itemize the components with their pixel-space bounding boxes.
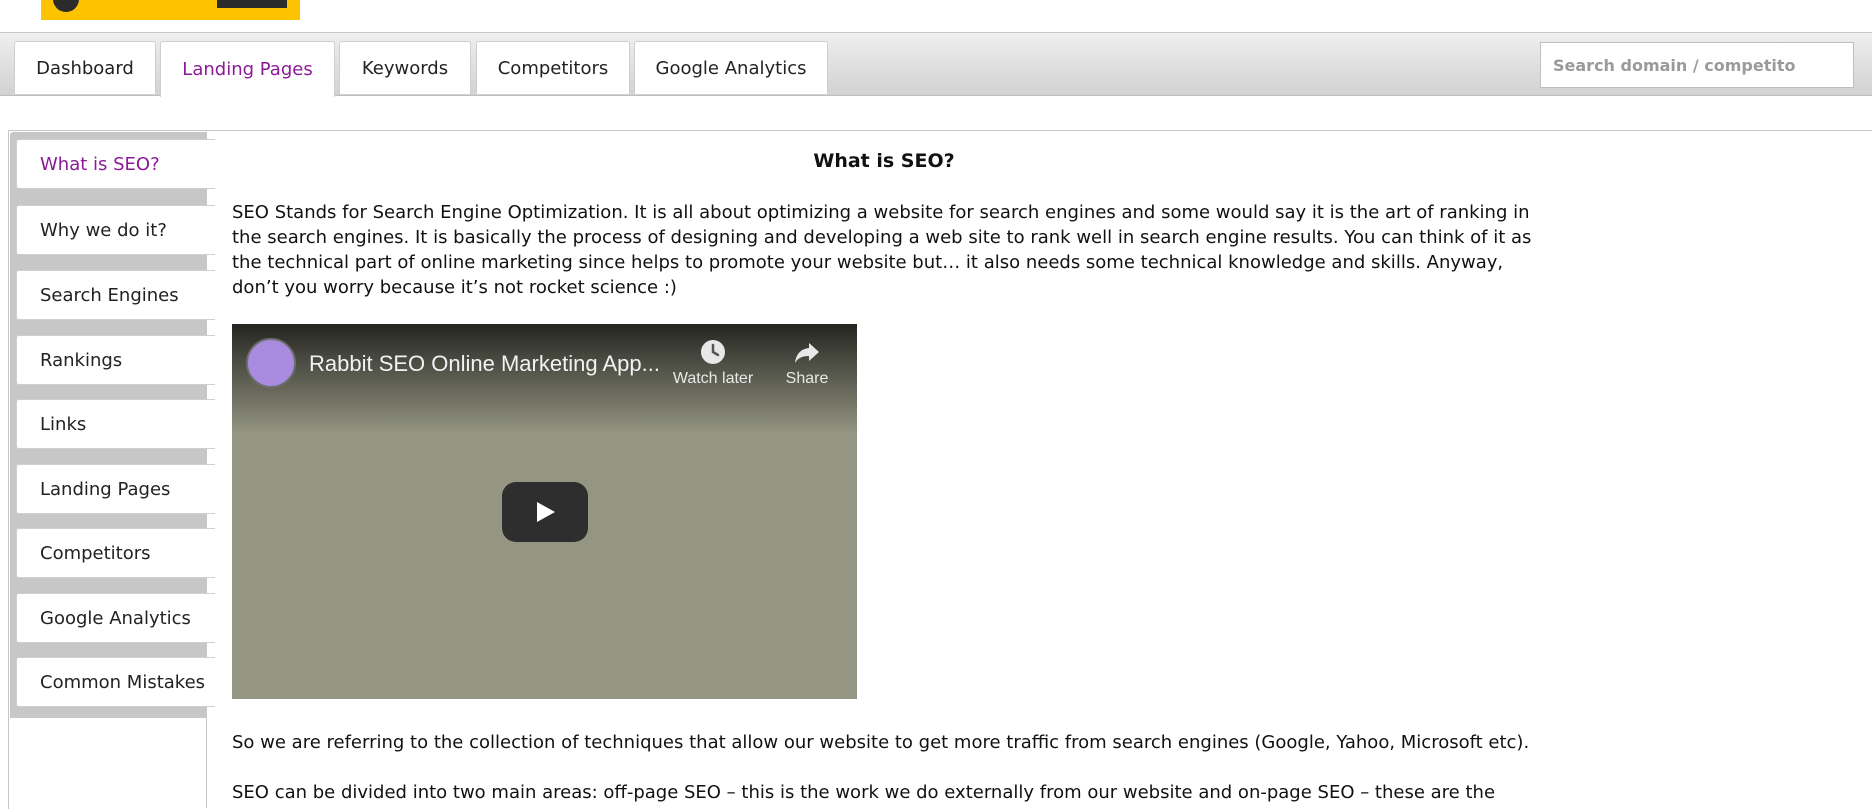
tab-label: Competitors (497, 57, 609, 79)
rabbit-logo-icon (53, 0, 79, 12)
logo-tag-shape (217, 0, 287, 8)
tab-label: Google Analytics (655, 57, 807, 79)
channel-avatar[interactable] (246, 338, 296, 388)
paragraph-traffic: So we are referring to the collection of… (232, 732, 1530, 753)
play-button[interactable] (502, 482, 588, 542)
tab-label: Keywords (361, 57, 449, 79)
sidebar-item-label: Competitors (40, 542, 151, 564)
sidebar-item-what-is-seo[interactable]: What is SEO? (16, 139, 215, 189)
sidebar-item-search-engines[interactable]: Search Engines (16, 270, 215, 320)
tab-keywords[interactable]: Keywords (339, 41, 471, 94)
sidebar-item-label: What is SEO? (40, 153, 160, 175)
tab-landing-pages[interactable]: Landing Pages (160, 41, 335, 97)
sidebar-item-google-analytics[interactable]: Google Analytics (16, 593, 215, 643)
sidebar-item-label: Search Engines (40, 284, 179, 306)
sidebar-item-links[interactable]: Links (16, 399, 215, 449)
share-icon (795, 343, 819, 363)
sidebar-item-label: Why we do it? (40, 219, 167, 241)
tab-label: Dashboard (36, 57, 134, 79)
sidebar-item-label: Common Mistakes (40, 671, 206, 693)
sidebar-item-rankings[interactable]: Rankings (16, 335, 215, 385)
share-button[interactable]: Share (762, 338, 852, 388)
tab-google-analytics[interactable]: Google Analytics (634, 41, 828, 94)
play-icon (537, 502, 555, 522)
tab-label: Landing Pages (182, 59, 313, 80)
site-logo[interactable] (41, 0, 300, 20)
paragraph-seo-areas: SEO can be divided into two main areas: … (232, 782, 1496, 803)
tab-competitors[interactable]: Competitors (476, 41, 630, 94)
clock-icon (701, 340, 725, 364)
sidebar-item-label: Rankings (40, 349, 123, 371)
top-navigation: Dashboard Landing Pages Keywords Competi… (0, 32, 1872, 97)
watch-later-button[interactable]: Watch later (668, 338, 758, 388)
intro-paragraph: SEO Stands for Search Engine Optimizatio… (232, 202, 1532, 298)
page-title: What is SEO? (813, 150, 955, 172)
sidebar-item-competitors[interactable]: Competitors (16, 528, 215, 578)
sidebar-item-label: Landing Pages (40, 478, 171, 500)
sidebar-item-landing-pages[interactable]: Landing Pages (16, 464, 215, 514)
search-input[interactable] (1540, 42, 1854, 88)
sidebar-item-label: Google Analytics (40, 607, 191, 629)
video-title[interactable]: Rabbit SEO Online Marketing App... (309, 351, 660, 377)
sidebar-item-common-mistakes[interactable]: Common Mistakes (16, 657, 215, 707)
sidebar-item-why-we-do-it[interactable]: Why we do it? (16, 205, 215, 255)
video-player[interactable]: Rabbit SEO Online Marketing App... Watch… (232, 324, 857, 699)
watch-later-label: Watch later (672, 370, 754, 387)
tab-dashboard[interactable]: Dashboard (14, 41, 156, 94)
share-label: Share (785, 370, 829, 387)
sidebar-item-label: Links (40, 413, 87, 435)
